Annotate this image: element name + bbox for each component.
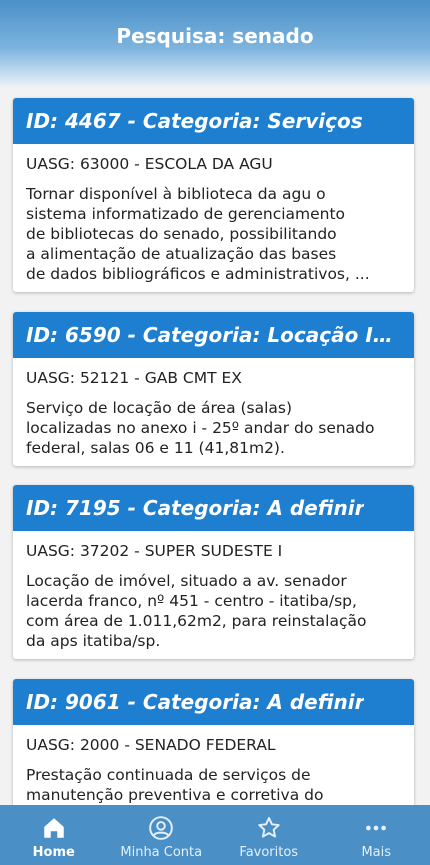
card-title: ID: 7195 - Categoria: A definir <box>26 496 365 520</box>
card-body: UASG: 52121 - GAB CMT EX Serviço de loca… <box>13 358 414 466</box>
tab-home[interactable]: Home <box>0 805 108 865</box>
result-card[interactable]: ID: 7195 - Categoria: A definir UASG: 37… <box>13 485 414 659</box>
card-body: UASG: 37202 - SUPER SUDESTE I Locação de… <box>13 531 414 659</box>
card-description-line: a alimentação de atualização das bases <box>26 245 337 263</box>
card-body: UASG: 2000 - SENADO FEDERAL Prestação co… <box>13 725 414 805</box>
results-list[interactable]: ID: 4467 - Categoria: Serviços UASG: 630… <box>0 88 430 805</box>
card-title: ID: 6590 - Categoria: Locação Imó... <box>26 323 401 347</box>
result-card[interactable]: ID: 9061 - Categoria: A definir UASG: 20… <box>13 679 414 805</box>
card-description-line: de dados bibliográficos e administrativo… <box>26 265 370 283</box>
card-description-line: com área de 1.011,62m2, para reinstalaçã… <box>26 612 367 630</box>
user-circle-icon <box>149 816 174 840</box>
page-title: Pesquisa: senado <box>116 24 314 48</box>
card-description: Serviço de locação de área (salas) local… <box>26 398 401 458</box>
more-dots-icon <box>366 825 387 831</box>
tab-label: Home <box>32 845 75 860</box>
card-description-line: localizadas no anexo i - 25º andar do se… <box>26 419 375 437</box>
card-title: ID: 9061 - Categoria: A definir <box>26 690 365 714</box>
tab-favoritos[interactable]: Favoritos <box>215 805 323 865</box>
card-description-line: Tornar disponível à biblioteca da agu o <box>26 185 326 203</box>
tab-minha-conta[interactable]: Minha Conta <box>108 805 216 865</box>
card-title: ID: 4467 - Categoria: Serviços <box>26 109 363 133</box>
app-header: Pesquisa: senado <box>0 0 430 88</box>
home-icon <box>44 818 64 838</box>
result-card[interactable]: ID: 4467 - Categoria: Serviços UASG: 630… <box>13 98 414 292</box>
card-header[interactable]: ID: 7195 - Categoria: A definir <box>13 485 414 531</box>
card-description-line: Locação de imóvel, situado a av. senador <box>26 572 347 590</box>
card-description: Locação de imóvel, situado a av. senador… <box>26 571 401 651</box>
card-header[interactable]: ID: 6590 - Categoria: Locação Imó... <box>13 312 414 358</box>
bottom-tab-bar: Home Minha Conta Favoritos Mais <box>0 805 430 865</box>
card-description-line: sistema informatizado de gerenciamento <box>26 205 346 223</box>
tab-mais[interactable]: Mais <box>323 805 430 865</box>
card-uasg: UASG: 2000 - SENADO FEDERAL <box>26 736 276 754</box>
card-description: Tornar disponível à biblioteca da agu o … <box>26 184 401 284</box>
result-card[interactable]: ID: 6590 - Categoria: Locação Imó... UAS… <box>13 312 414 466</box>
card-description-line: da aps itatiba/sp. <box>26 632 161 650</box>
tab-label: Mais <box>361 845 392 860</box>
card-description-line: lacerda franco, nº 451 - centro - itatib… <box>26 592 357 610</box>
card-description-line: Prestação continuada de serviços de <box>26 766 311 784</box>
card-uasg: UASG: 63000 - ESCOLA DA AGU <box>26 155 273 173</box>
tab-label: Minha Conta <box>120 845 203 860</box>
card-uasg: UASG: 52121 - GAB CMT EX <box>26 369 242 387</box>
card-description-line: federal, salas 06 e 11 (41,81m2). <box>26 439 285 457</box>
card-header[interactable]: ID: 9061 - Categoria: A definir <box>13 679 414 725</box>
card-description: Prestação continuada de serviços de manu… <box>26 765 401 805</box>
tab-label: Favoritos <box>239 845 299 860</box>
card-body: UASG: 63000 - ESCOLA DA AGU Tornar dispo… <box>13 144 414 292</box>
card-uasg: UASG: 37202 - SUPER SUDESTE I <box>26 542 283 560</box>
star-icon <box>258 817 280 838</box>
card-header[interactable]: ID: 4467 - Categoria: Serviços <box>13 98 414 144</box>
card-description-line: de bibliotecas do senado, possibilitando <box>26 225 337 243</box>
card-description-line: manutenção preventiva e corretiva do <box>26 786 324 804</box>
card-description-line: Serviço de locação de área (salas) <box>26 399 293 417</box>
